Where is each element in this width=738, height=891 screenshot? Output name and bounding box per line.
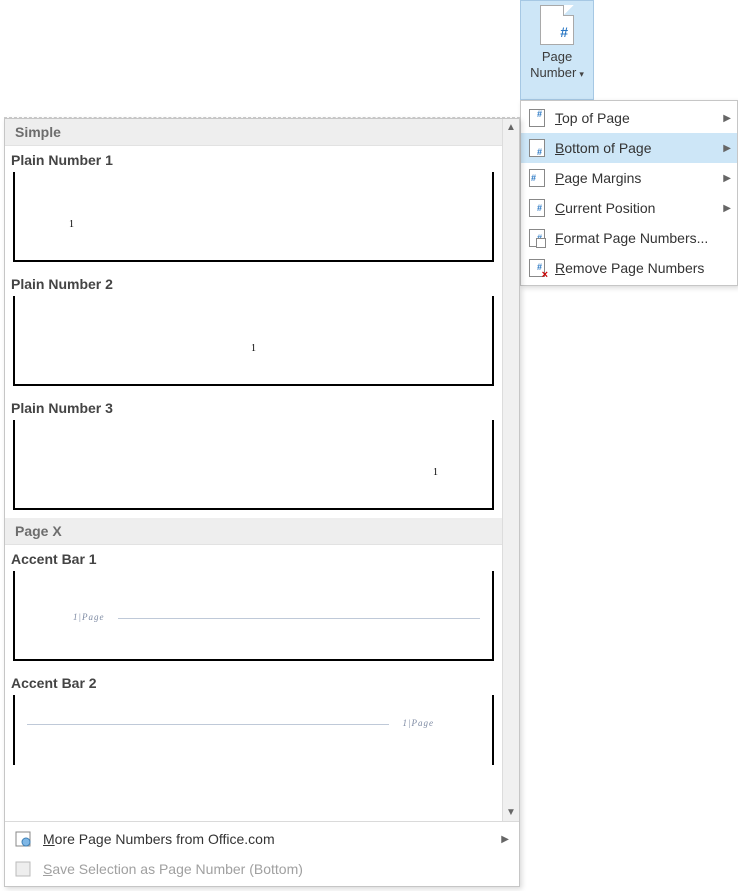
gallery-list: Simple Plain Number 1 1 Plain Number 2 1… [5, 119, 502, 821]
page-top-icon: # [527, 108, 547, 128]
page-number-sample: 1 [69, 219, 74, 230]
menu-item-label: Format Page Numbers... [555, 230, 731, 246]
office-icon [13, 829, 33, 849]
gallery-item-preview-accent-2[interactable]: 1|Page [13, 695, 494, 765]
page-number-label-line1: Page [542, 49, 572, 65]
gallery-footer: More Page Numbers from Office.com ▶ Save… [5, 821, 519, 886]
gallery-item-title: Plain Number 3 [5, 394, 502, 420]
gallery-scrollbar[interactable]: ▲ ▼ [502, 119, 519, 821]
menu-item-current-position[interactable]: # Current Position ▶ [521, 193, 737, 223]
save-selection-item: Save Selection as Page Number (Bottom) [5, 854, 519, 884]
page-number-sample: 1 [433, 467, 438, 478]
gallery-category-header: Page X [5, 518, 502, 545]
more-page-numbers-label: More Page Numbers from Office.com [43, 831, 275, 847]
format-page-numbers-icon: # [527, 228, 547, 248]
chevron-right-icon: ▶ [723, 203, 731, 214]
page-number-sample: 1|Page [403, 718, 434, 728]
remove-page-numbers-icon: # [527, 258, 547, 278]
page-margins-icon: # [527, 168, 547, 188]
gallery-category-header: Simple [5, 119, 502, 146]
save-selection-icon [13, 859, 33, 879]
menu-item-label: Remove Page Numbers [555, 260, 731, 276]
chevron-down-icon: ▾ [579, 69, 584, 79]
accent-bar [27, 724, 389, 725]
chevron-right-icon: ▶ [501, 834, 509, 845]
gallery-item-preview-plain-3[interactable]: 1 [13, 420, 494, 510]
more-page-numbers-item[interactable]: More Page Numbers from Office.com ▶ [5, 824, 519, 854]
gallery-item-title: Accent Bar 1 [5, 545, 502, 571]
gallery-item-preview-plain-1[interactable]: 1 [13, 172, 494, 262]
page-number-label-line2: Number▾ [530, 65, 584, 82]
page-number-ribbon-button[interactable]: # Page Number▾ [520, 0, 594, 100]
menu-item-label: Bottom of Page [555, 140, 719, 156]
hash-icon: # [560, 24, 568, 40]
scroll-up-button[interactable]: ▲ [503, 119, 519, 136]
chevron-right-icon: ▶ [723, 143, 731, 154]
menu-item-remove-page-numbers[interactable]: # Remove Page Numbers [521, 253, 737, 283]
scroll-down-button[interactable]: ▼ [503, 804, 519, 821]
page-bottom-icon: # [527, 138, 547, 158]
save-selection-label: Save Selection as Page Number (Bottom) [43, 861, 303, 877]
menu-item-bottom-of-page[interactable]: # Bottom of Page ▶ [521, 133, 737, 163]
menu-item-label: Page Margins [555, 170, 719, 186]
page-number-sample: 1 [251, 343, 256, 354]
page-current-icon: # [527, 198, 547, 218]
page-number-sample: 1|Page [73, 612, 104, 622]
menu-item-label: Top of Page [555, 110, 719, 126]
menu-item-label: Current Position [555, 200, 719, 216]
menu-item-page-margins[interactable]: # Page Margins ▶ [521, 163, 737, 193]
menu-item-format-page-numbers[interactable]: # Format Page Numbers... [521, 223, 737, 253]
menu-item-top-of-page[interactable]: # Top of Page ▶ [521, 103, 737, 133]
gallery-item-title: Plain Number 2 [5, 270, 502, 296]
gallery-item-title: Plain Number 1 [5, 146, 502, 172]
page-number-menu: # Top of Page ▶ # Bottom of Page ▶ # Pag… [520, 100, 738, 286]
chevron-right-icon: ▶ [723, 173, 731, 184]
gallery-item-preview-plain-2[interactable]: 1 [13, 296, 494, 386]
accent-bar [118, 618, 480, 619]
chevron-right-icon: ▶ [723, 113, 731, 124]
gallery-body: Simple Plain Number 1 1 Plain Number 2 1… [5, 119, 519, 821]
page-number-icon: # [540, 5, 574, 45]
gallery-item-preview-accent-1[interactable]: 1|Page [13, 571, 494, 661]
page-number-gallery: Simple Plain Number 1 1 Plain Number 2 1… [4, 118, 520, 887]
gallery-item-title: Accent Bar 2 [5, 669, 502, 695]
